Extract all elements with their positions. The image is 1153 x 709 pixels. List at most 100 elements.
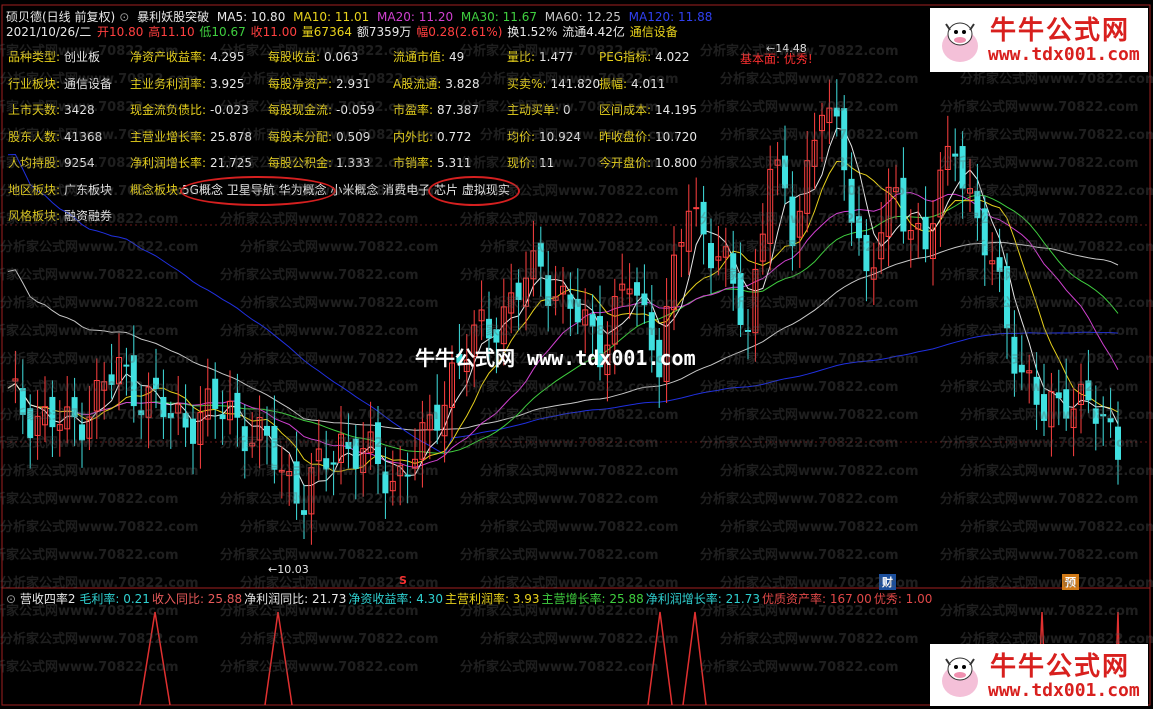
- watermark-text: 分析家公式网www.70822.com: [940, 436, 1139, 451]
- watermark-text: 分析家公式网www.70822.com: [0, 632, 199, 647]
- watermark-text: 分析家公式网www.70822.com: [240, 184, 439, 199]
- watermark-text: 分析家公式网www.70822.com: [0, 296, 199, 311]
- watermark-text: 分析家公式网www.70822.com: [460, 44, 659, 59]
- watermark-text: 分析家公式网www.70822.com: [220, 156, 419, 171]
- quote-date: 2021/10/26/二: [6, 25, 92, 39]
- watermark-text: 分析家公式网www.70822.com: [960, 128, 1153, 143]
- watermark-text: 分析家公式网www.70822.com: [720, 520, 919, 535]
- watermark-text: 分析家公式网www.70822.com: [0, 436, 179, 451]
- ma5-label: MA5: 10.80: [216, 10, 286, 24]
- watermark-text: 分析家公式网www.70822.com: [220, 380, 419, 395]
- watermark-text: 分析家公式网www.70822.com: [960, 408, 1153, 423]
- watermark-text: 分析家公式网www.70822.com: [960, 352, 1153, 367]
- watermark-text: 分析家公式网www.70822.com: [240, 296, 439, 311]
- watermark-text: 分析家公式网www.70822.com: [720, 128, 919, 143]
- quote-industry: 通信设备: [629, 25, 678, 39]
- watermark-text: 分析家公式网www.70822.com: [240, 72, 439, 87]
- fund-value: 3.828: [445, 76, 480, 91]
- watermark-text: 分析家公式网www.70822.com: [480, 632, 679, 647]
- watermark-text: 分析家公式网www.70822.com: [700, 604, 899, 619]
- watermark-text: 分析家公式网www.70822.com: [0, 604, 179, 619]
- fund-value: 4.022: [655, 50, 690, 64]
- quote-close: 收11.00: [250, 25, 297, 39]
- watermark-text: 分析家公式网www.70822.com: [0, 128, 199, 143]
- watermark-text: 分析家公式网www.70822.com: [0, 660, 179, 675]
- watermark-text: 分析家公式网www.70822.com: [700, 660, 899, 675]
- watermark-text: 分析家公式网www.70822.com: [0, 492, 179, 507]
- watermark-text: 分析家公式网www.70822.com: [460, 436, 659, 451]
- watermark-text: 分析家公式网www.70822.com: [0, 72, 199, 87]
- watermark-text: 分析家公式网www.70822.com: [240, 240, 439, 255]
- watermark-text: 分析家公式网www.70822.com: [700, 380, 899, 395]
- quote-turnover: 换1.52%: [507, 25, 558, 39]
- watermark-text: 分析家公式网www.70822.com: [220, 268, 419, 283]
- candle-body: [922, 216, 929, 250]
- watermark-text: 分析家公式网www.70822.com: [460, 100, 659, 115]
- watermark-text: 分析家公式网www.70822.com: [480, 72, 679, 87]
- watermark-text: 分析家公式网www.70822.com: [220, 548, 419, 563]
- watermark-text: 分析家公式网www.70822.com: [960, 240, 1153, 255]
- cow-icon: [934, 647, 986, 703]
- watermark-text: 分析家公式网www.70822.com: [700, 212, 899, 227]
- candle-body: [212, 378, 219, 409]
- watermark-text: 分析家公式网www.70822.com: [940, 604, 1139, 619]
- watermark-text: 分析家公式网www.70822.com: [240, 632, 439, 647]
- quote-bar: 2021/10/26/二 开10.80 高11.10 低10.67 收11.00…: [6, 25, 682, 39]
- watermark-text: 分析家公式网www.70822.com: [700, 268, 899, 283]
- watermark-text: 分析家公式网www.70822.com: [480, 520, 679, 535]
- quote-open: 开10.80: [97, 25, 144, 39]
- ma120-label: MA120: 11.88: [628, 10, 713, 24]
- watermark-text: 分析家公式网www.70822.com: [220, 44, 419, 59]
- watermark-text: 分析家公式网www.70822.com: [940, 492, 1139, 507]
- watermark-text: 分析家公式网www.70822.com: [0, 576, 199, 591]
- watermark-text: 分析家公式网www.70822.com: [700, 492, 899, 507]
- watermark-text: 分析家公式网www.70822.com: [720, 576, 919, 591]
- watermark-text: 分析家公式网www.70822.com: [0, 212, 179, 227]
- stock-name: 硕贝德(日线 前复权): [6, 10, 116, 24]
- watermark-text: 分析家公式网www.70822.com: [960, 520, 1153, 535]
- watermark-text: 分析家公式网www.70822.com: [720, 632, 919, 647]
- logo-bottom: 牛牛公式网 www.tdx001.com: [930, 644, 1148, 706]
- logo-bottom-title: 牛牛公式网: [990, 652, 1131, 682]
- watermark-text: 分析家公式网www.70822.com: [0, 464, 199, 479]
- watermark-text: 分析家公式网www.70822.com: [0, 156, 179, 171]
- watermark-text: 分析家公式网www.70822.com: [220, 212, 419, 227]
- ma20-label: MA20: 11.20: [377, 10, 454, 24]
- watermark-text: 分析家公式网www.70822.com: [0, 548, 179, 563]
- watermark-text: 分析家公式网www.70822.com: [940, 156, 1139, 171]
- center-watermark: 牛牛公式网 www.tdx001.com: [415, 346, 696, 370]
- watermark-text: 分析家公式网www.70822.com: [480, 408, 679, 423]
- watermark-text: 分析家公式网www.70822.com: [480, 184, 679, 199]
- watermark-text: 分析家公式网www.70822.com: [480, 576, 679, 591]
- quote-amount: 额7359万: [356, 25, 412, 39]
- watermark-text: 分析家公式网www.70822.com: [220, 604, 419, 619]
- watermark-text: 分析家公式网www.70822.com: [0, 520, 199, 535]
- candle-body: [301, 510, 307, 515]
- indicator-name[interactable]: 暴利妖股突破: [137, 10, 209, 24]
- logo-top: 牛牛公式网 www.tdx001.com: [930, 8, 1148, 72]
- watermark-text: 分析家公式网www.70822.com: [480, 296, 679, 311]
- ma60-label: MA60: 12.25: [544, 10, 621, 24]
- watermark-text: 分析家公式网www.70822.com: [240, 352, 439, 367]
- ma30-label: MA30: 11.67: [460, 10, 537, 24]
- watermark-text: 分析家公式网www.70822.com: [240, 408, 439, 423]
- watermark-text: 分析家公式网www.70822.com: [960, 296, 1153, 311]
- watermark-text: 分析家公式网www.70822.com: [0, 240, 199, 255]
- quote-change: 幅0.28(2.61%): [416, 25, 503, 39]
- watermark-text: 分析家公式网www.70822.com: [720, 240, 919, 255]
- watermark-text: 分析家公式网www.70822.com: [240, 520, 439, 535]
- watermark-text: 分析家公式网www.70822.com: [720, 464, 919, 479]
- watermark-text: 分析家公式网www.70822.com: [240, 464, 439, 479]
- watermark-text: 分析家公式网www.70822.com: [720, 184, 919, 199]
- watermark-text: 分析家公式网www.70822.com: [480, 240, 679, 255]
- watermark-text: 分析家公式网www.70822.com: [0, 100, 179, 115]
- watermark-text: 分析家公式网www.70822.com: [720, 408, 919, 423]
- watermark-text: 分析家公式网www.70822.com: [940, 380, 1139, 395]
- watermark-text: 分析家公式网www.70822.com: [0, 408, 199, 423]
- dropdown-icon[interactable]: ⊙: [119, 10, 129, 24]
- watermark-text: 分析家公式网www.70822.com: [960, 464, 1153, 479]
- watermark-text: 分析家公式网www.70822.com: [240, 128, 439, 143]
- watermark-text: 分析家公式网www.70822.com: [0, 268, 179, 283]
- candle-body: [219, 414, 226, 420]
- watermark-text: 分析家公式网www.70822.com: [220, 660, 419, 675]
